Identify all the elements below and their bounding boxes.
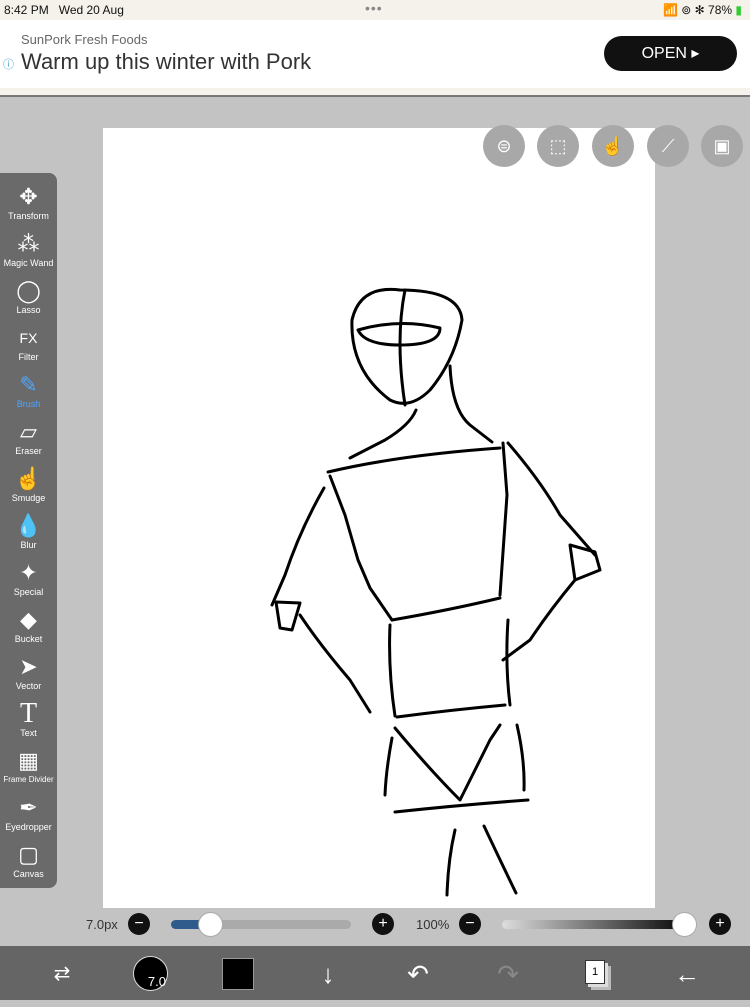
- touch-button[interactable]: ☝: [592, 125, 634, 167]
- tool-label: Eyedropper: [5, 822, 52, 832]
- ruler-icon: ⟋: [661, 136, 675, 156]
- size-decrease-button[interactable]: −: [128, 913, 150, 935]
- bucket-icon: ◆: [20, 607, 37, 632]
- tool-label: Blur: [20, 540, 37, 550]
- brush-icon: ✎: [19, 372, 38, 397]
- transform-icon: ✥: [19, 184, 38, 209]
- blur-icon: 💧: [14, 513, 43, 538]
- tool-label: Frame Divider: [3, 775, 54, 784]
- undo-button[interactable]: ↶: [398, 954, 438, 994]
- magic-wand-icon: ⁂: [17, 231, 40, 256]
- arrow-down-icon: ↓: [321, 959, 335, 989]
- tool-transform[interactable]: ✥ Transform: [0, 181, 57, 228]
- opacity-slider-handle[interactable]: [672, 912, 697, 937]
- tool-label: Brush: [16, 399, 41, 409]
- arrow-left-icon: ←: [674, 959, 700, 989]
- eraser-icon: ▱: [20, 419, 37, 444]
- frame-divider-icon: ▦: [18, 748, 39, 773]
- opacity-label: 100%: [416, 917, 450, 932]
- size-increase-button[interactable]: +: [372, 913, 394, 935]
- swap-brush-eraser-button[interactable]: ⇄: [42, 954, 82, 994]
- ruler-button[interactable]: ⟋: [647, 125, 689, 167]
- tool-label: Eraser: [15, 446, 42, 456]
- undo-icon: ↶: [407, 959, 429, 989]
- image-button[interactable]: ▣: [701, 125, 743, 167]
- canvas-icon: ▢: [18, 842, 39, 867]
- tool-filter[interactable]: FX Filter: [0, 322, 57, 369]
- brush-size-label: 7.0px: [86, 917, 118, 932]
- tool-bucket[interactable]: ◆ Bucket: [0, 604, 57, 651]
- smudge-icon: ☝: [14, 466, 43, 491]
- tool-label: Vector: [15, 681, 42, 691]
- tool-magic-wand[interactable]: ⁂ Magic Wand: [0, 228, 57, 275]
- bottom-toolbar: ⇄ 7.0 ↓ ↶ ↷ 1 ←: [0, 946, 750, 1000]
- swap-icon: ⇄: [53, 963, 71, 985]
- plus-icon: +: [715, 915, 725, 932]
- size-slider[interactable]: [171, 912, 351, 937]
- lasso-icon: ◯: [16, 278, 41, 303]
- tool-label: Special: [13, 587, 44, 597]
- save-down-button[interactable]: ↓: [308, 954, 348, 994]
- plus-icon: +: [378, 915, 388, 932]
- tool-label: Filter: [18, 352, 39, 362]
- layer-toggle-button[interactable]: ⊜: [483, 125, 525, 167]
- tool-label: Text: [20, 728, 37, 738]
- opacity-decrease-button[interactable]: −: [459, 913, 481, 935]
- tool-frame-divider[interactable]: ▦ Frame Divider: [0, 745, 57, 792]
- hand-icon: ☝: [601, 136, 625, 156]
- tool-label: Smudge: [11, 493, 46, 503]
- opacity-increase-button[interactable]: +: [709, 913, 731, 935]
- tool-label: Lasso: [16, 305, 41, 315]
- tool-canvas[interactable]: ▢ Canvas: [0, 839, 57, 886]
- minus-icon: −: [465, 915, 475, 932]
- eyedropper-icon: ✒: [19, 795, 38, 820]
- tool-label: Bucket: [14, 634, 43, 644]
- tool-label: Canvas: [13, 869, 44, 879]
- brush-size-badge: 7.0: [147, 974, 166, 989]
- redo-icon: ↷: [497, 959, 519, 989]
- redo-button[interactable]: ↷: [488, 954, 528, 994]
- layers-button[interactable]: 1: [585, 960, 605, 984]
- color-swatch-button[interactable]: [222, 958, 254, 990]
- tool-sidebar: ✥ Transform ⁂ Magic Wand ◯ Lasso FX Filter ✎…: [0, 173, 57, 888]
- text-icon: T: [19, 698, 38, 729]
- tool-special[interactable]: ✦ Special: [0, 557, 57, 604]
- tool-eyedropper[interactable]: ✒ Eyedropper: [0, 792, 57, 839]
- tool-label: Magic Wand: [3, 258, 54, 268]
- minus-icon: −: [134, 915, 144, 932]
- filter-icon: FX: [19, 330, 38, 346]
- toggle-icon: ⊜: [496, 136, 512, 156]
- tool-vector[interactable]: ➤ Vector: [0, 651, 57, 698]
- special-icon: ✦: [19, 560, 38, 585]
- tool-lasso[interactable]: ◯ Lasso: [0, 275, 57, 322]
- selection-button[interactable]: ⬚: [537, 125, 579, 167]
- tool-label: Transform: [8, 211, 49, 221]
- selection-icon: ⬚: [549, 136, 567, 156]
- tool-text[interactable]: T Text: [0, 698, 57, 745]
- tool-brush[interactable]: ✎ Brush: [0, 369, 57, 416]
- sketch-drawing: [270, 287, 602, 897]
- tool-blur[interactable]: 💧 Blur: [0, 510, 57, 557]
- brush-size-button[interactable]: 7.0: [133, 956, 168, 991]
- back-button[interactable]: ←: [667, 954, 707, 994]
- opacity-slider[interactable]: [502, 912, 697, 937]
- vector-icon: ➤: [19, 654, 38, 679]
- image-icon: ▣: [713, 136, 731, 156]
- tool-smudge[interactable]: ☝ Smudge: [0, 463, 57, 510]
- tool-eraser[interactable]: ▱ Eraser: [0, 416, 57, 463]
- layer-count: 1: [591, 966, 599, 978]
